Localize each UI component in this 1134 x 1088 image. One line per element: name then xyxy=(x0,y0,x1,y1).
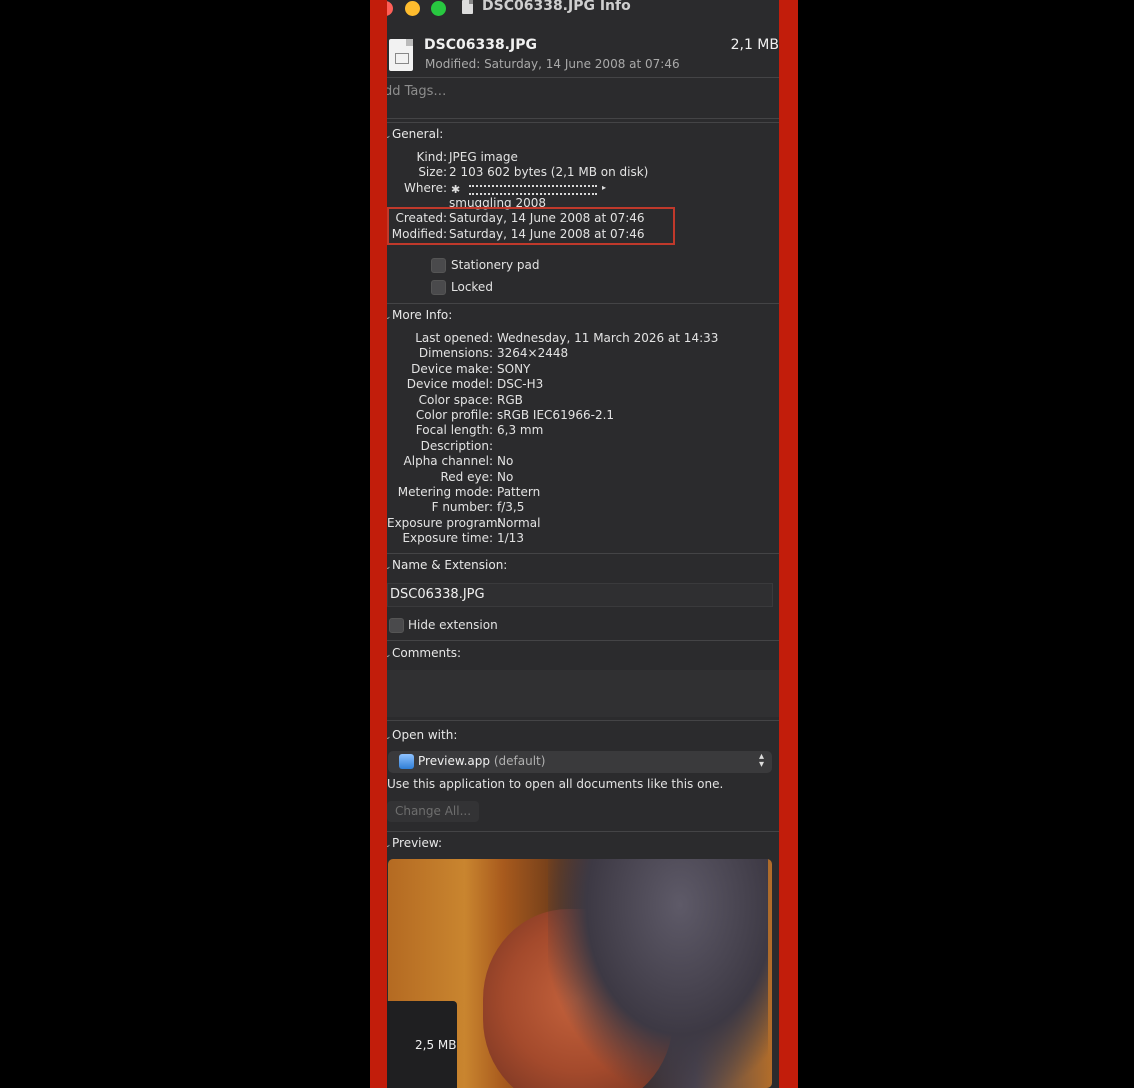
hide-extension-checkbox[interactable] xyxy=(389,618,404,633)
change-all-button[interactable]: Change All... xyxy=(387,801,479,822)
section-more-info-header[interactable]: ⌄More Info: xyxy=(387,308,452,322)
minimize-button[interactable] xyxy=(405,1,420,16)
more-info-label: Dimensions: xyxy=(418,346,493,361)
divider xyxy=(387,720,779,721)
more-info-value: No xyxy=(497,469,514,484)
more-info-row: Metering mode: xyxy=(387,485,493,500)
name-extension-field[interactable]: DSC06338.JPG xyxy=(387,583,773,607)
more-info-row: Red eye: xyxy=(387,470,493,485)
window-title: DSC06338.JPG Info xyxy=(482,0,631,14)
more-info-value: SONY xyxy=(497,361,531,376)
more-info-value: f/3,5 xyxy=(497,500,525,515)
more-info-value: 1/13 xyxy=(497,531,524,546)
hide-extension-label: Hide extension xyxy=(408,618,498,632)
zoom-button[interactable] xyxy=(431,1,446,16)
more-info-label: Focal length: xyxy=(415,423,493,438)
divider xyxy=(387,553,779,554)
more-info-value: RGB xyxy=(497,392,523,407)
more-info-row: F number: xyxy=(387,500,493,515)
stationery-pad-checkbox[interactable] xyxy=(431,258,446,273)
more-info-label: Description: xyxy=(420,438,493,453)
divider xyxy=(387,77,779,78)
file-modified: Modified: Saturday, 14 June 2008 at 07:4… xyxy=(425,57,680,71)
size-overlay: 2,5 MB xyxy=(387,1001,457,1088)
stationery-pad-label: Stationery pad xyxy=(451,258,540,272)
more-info-row: Device make: xyxy=(387,362,493,377)
more-info-label: Exposure program: xyxy=(387,515,502,530)
section-open-with-header[interactable]: ⌄Open with: xyxy=(387,728,457,742)
divider xyxy=(387,122,779,123)
more-info-label: Color profile: xyxy=(415,408,493,422)
more-info-row: Device model: xyxy=(387,377,493,392)
path-arrow-icon: ▸ xyxy=(602,183,607,192)
get-info-window: DSC06338.JPG Info DSC06338.JPG 2,1 MB Mo… xyxy=(387,0,779,1088)
more-info-value: sRGB IEC61966-2.1 xyxy=(497,408,615,422)
redacted-path xyxy=(469,185,597,195)
more-info-value: Normal xyxy=(497,515,541,530)
more-info-label: Color space: xyxy=(418,392,493,407)
kind-label: Kind: xyxy=(416,150,447,164)
kind-value: JPEG image xyxy=(449,150,518,164)
more-info-value: Wednesday, 11 March 2026 at 14:33 xyxy=(497,331,719,345)
more-info-row: Color profile: xyxy=(387,408,493,423)
locked-checkbox[interactable] xyxy=(431,280,446,295)
document-icon xyxy=(462,0,473,14)
more-info-value: No xyxy=(497,454,514,469)
comments-field[interactable] xyxy=(387,670,779,717)
size-value: 2 103 602 bytes (2,1 MB on disk) xyxy=(449,165,649,179)
more-info-value: 3264×2448 xyxy=(497,346,569,361)
more-info-label: Last opened: xyxy=(415,331,493,345)
divider xyxy=(387,640,779,641)
close-button[interactable] xyxy=(387,1,393,16)
open-with-popup[interactable]: Preview.app (default) ▴ ▾ xyxy=(388,751,772,773)
folder-icon: ✱ xyxy=(451,183,461,196)
file-size: 2,1 MB xyxy=(730,37,779,53)
dates-highlight-box xyxy=(387,207,675,245)
open-with-description: Use this application to open all documen… xyxy=(387,777,724,791)
more-info-label: F number: xyxy=(431,500,493,515)
divider xyxy=(387,831,779,832)
more-info-value: DSC-H3 xyxy=(497,377,544,392)
locked-label: Locked xyxy=(451,280,493,294)
more-info-value: Pattern xyxy=(497,485,541,499)
open-with-default: (default) xyxy=(493,754,546,768)
divider xyxy=(387,118,779,119)
popup-chevrons-icon: ▴ ▾ xyxy=(758,751,764,770)
section-comments-header[interactable]: ⌄Comments: xyxy=(387,646,461,660)
kind-row: Kind: xyxy=(387,150,447,165)
open-with-app-name: Preview.app xyxy=(418,754,491,768)
red-frame-right xyxy=(779,0,798,1088)
where-label: Where: xyxy=(404,181,447,195)
more-info-label: Alpha channel: xyxy=(403,454,493,469)
section-preview-header[interactable]: ⌄Preview: xyxy=(387,836,442,850)
more-info-label: Device model: xyxy=(406,377,493,392)
section-name-extension-header[interactable]: ⌄Name & Extension: xyxy=(387,558,507,572)
more-info-row: Exposure program: xyxy=(387,515,502,531)
more-info-label: Metering mode: xyxy=(397,485,493,499)
more-info-row: Alpha channel: xyxy=(387,454,493,469)
size-overlay-text: 2,5 MB xyxy=(415,1038,457,1052)
more-info-label: Exposure time: xyxy=(402,531,493,546)
preview-app-icon xyxy=(399,754,414,769)
more-info-row: Dimensions: xyxy=(387,346,493,361)
file-name: DSC06338.JPG xyxy=(424,37,537,53)
more-info-row: Color space: xyxy=(387,393,493,408)
more-info-label: Red eye: xyxy=(440,469,493,484)
more-info-label: Device make: xyxy=(411,361,493,376)
more-info-value: 6,3 mm xyxy=(497,423,544,438)
tags-input[interactable]: dd Tags… xyxy=(387,84,446,99)
divider xyxy=(387,303,779,304)
image-file-icon xyxy=(389,39,413,71)
more-info-row: Last opened: xyxy=(387,331,493,346)
more-info-row: Focal length: xyxy=(387,423,493,438)
size-label: Size: xyxy=(418,165,447,179)
red-frame-left xyxy=(370,0,387,1088)
section-general-header[interactable]: ⌄General: xyxy=(387,127,443,141)
more-info-row: Description: xyxy=(387,439,493,454)
more-info-row: Exposure time: xyxy=(387,531,493,546)
